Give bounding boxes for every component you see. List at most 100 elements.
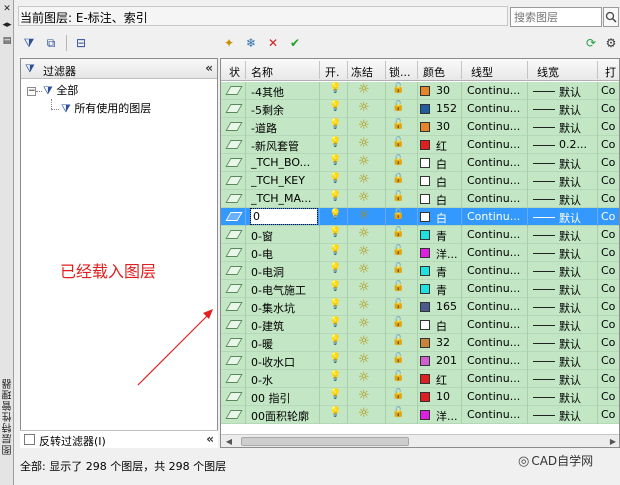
layer-row[interactable]: 0-暖 💡 ☼ 🔓 32 Continu... 默认 Co [221, 334, 619, 352]
scroll-left-icon[interactable]: ◀ [223, 436, 235, 447]
layer-name[interactable]: 0 [250, 208, 318, 225]
color-swatch[interactable] [420, 410, 430, 420]
sun-icon[interactable]: ☼ [358, 406, 370, 421]
lock-open-icon[interactable]: 🔓 [392, 281, 404, 292]
properties-icon[interactable]: ▤ [2, 36, 12, 46]
layer-linetype[interactable]: Continu... [467, 102, 525, 115]
column-header-linetype[interactable]: 线型 [471, 64, 493, 80]
layer-color-name[interactable]: 红 [436, 372, 460, 388]
lock-open-icon[interactable]: 🔓 [392, 191, 404, 202]
layer-name[interactable]: 0-建筑 [251, 318, 317, 334]
lock-open-icon[interactable]: 🔓 [392, 299, 404, 310]
lock-open-icon[interactable]: 🔓 [392, 335, 404, 346]
search-button[interactable] [603, 7, 619, 27]
layer-linetype[interactable]: Continu... [467, 120, 525, 133]
layer-lineweight[interactable]: 默认 [559, 246, 595, 262]
layer-plot-style[interactable]: Co [601, 282, 619, 295]
layer-name[interactable]: 0-收水口 [251, 354, 317, 370]
sun-icon[interactable]: ☼ [358, 298, 370, 313]
layer-status-icon[interactable] [225, 338, 243, 347]
column-separator[interactable] [461, 61, 462, 79]
layer-status-icon[interactable] [225, 356, 243, 365]
sun-icon[interactable]: ☼ [358, 136, 370, 151]
sun-icon[interactable]: ☼ [358, 370, 370, 385]
lock-open-icon[interactable]: 🔓 [392, 263, 404, 274]
sun-icon[interactable]: ☼ [358, 100, 370, 115]
layer-linetype[interactable]: Continu... [467, 210, 525, 223]
layer-status-icon[interactable] [225, 302, 243, 311]
layer-status-icon[interactable] [225, 230, 243, 239]
close-icon[interactable]: ✕ [2, 4, 12, 14]
layer-status-icon[interactable] [225, 122, 243, 131]
tree-node-all[interactable]: ⧩ 全部 [43, 83, 78, 99]
layer-name[interactable]: 00 指引 [251, 390, 317, 406]
color-swatch[interactable] [420, 320, 430, 330]
lightbulb-icon[interactable]: 💡 [329, 227, 341, 238]
layer-row[interactable]: 0-建筑 💡 ☼ 🔓 白 Continu... 默认 Co [221, 316, 619, 334]
set-current-button[interactable]: ✔ [286, 34, 304, 52]
column-header-lock[interactable]: 锁... [389, 64, 411, 80]
column-separator[interactable] [319, 61, 320, 79]
lock-open-icon[interactable]: 🔓 [392, 227, 404, 238]
invert-filter-checkbox[interactable] [24, 434, 35, 445]
lightbulb-icon[interactable]: 💡 [329, 101, 341, 112]
layer-color-name[interactable]: 青 [436, 264, 460, 280]
column-separator[interactable] [527, 61, 528, 79]
column-separator[interactable] [347, 61, 348, 79]
layer-lineweight[interactable]: 默认 [559, 84, 595, 100]
layer-color-name[interactable]: 152 [436, 102, 460, 115]
lightbulb-icon[interactable]: 💡 [329, 191, 341, 202]
layer-status-icon[interactable] [225, 266, 243, 275]
layer-linetype[interactable]: Continu... [467, 138, 525, 151]
layer-lineweight[interactable]: 默认 [559, 318, 595, 334]
sun-icon[interactable]: ☼ [358, 190, 370, 205]
color-swatch[interactable] [420, 158, 430, 168]
layer-name[interactable]: 0-水 [251, 372, 317, 388]
layer-status-icon[interactable] [225, 212, 243, 221]
layer-row[interactable]: _TCH_MA... 💡 ☼ 🔓 白 Continu... 默认 Co [221, 190, 619, 208]
layer-lineweight[interactable]: 默认 [559, 264, 595, 280]
scroll-right-icon[interactable]: ▶ [607, 436, 619, 447]
lock-open-icon[interactable]: 🔓 [392, 317, 404, 328]
sun-icon[interactable]: ☼ [358, 388, 370, 403]
layer-status-icon[interactable] [225, 374, 243, 383]
sun-icon[interactable]: ☼ [358, 82, 370, 97]
layer-status-icon[interactable] [225, 104, 243, 113]
layer-name[interactable]: -5剩余 [251, 102, 317, 118]
layer-color-name[interactable]: 30 [436, 84, 460, 97]
color-swatch[interactable] [420, 266, 430, 276]
refresh-button[interactable]: ⟳ [582, 34, 600, 52]
layer-linetype[interactable]: Continu... [467, 228, 525, 241]
lightbulb-icon[interactable]: 💡 [329, 335, 341, 346]
layer-row[interactable]: 0-水 💡 ☼ 🔓 红 Continu... 默认 Co [221, 370, 619, 388]
layer-lineweight[interactable]: 默认 [559, 390, 595, 406]
lightbulb-icon[interactable]: 💡 [329, 299, 341, 310]
column-header-on[interactable]: 开. [325, 64, 340, 80]
color-swatch[interactable] [420, 86, 430, 96]
layer-status-icon[interactable] [225, 248, 243, 257]
layer-name[interactable]: 0-集水坑 [251, 300, 317, 316]
layer-row[interactable]: 0-集水坑 💡 ☼ 🔓 165 Continu... 默认 Co [221, 298, 619, 316]
layer-plot-style[interactable]: Co [601, 84, 619, 97]
layer-plot-style[interactable]: Co [601, 390, 619, 403]
layer-linetype[interactable]: Continu... [467, 336, 525, 349]
color-swatch[interactable] [420, 104, 430, 114]
layer-row[interactable]: 0-电洞 💡 ☼ 🔓 青 Continu... 默认 Co [221, 262, 619, 280]
layer-plot-style[interactable]: Co [601, 336, 619, 349]
new-layer-button[interactable]: ✦ [220, 34, 238, 52]
layer-linetype[interactable]: Continu... [467, 192, 525, 205]
layer-name[interactable]: _TCH_MA... [251, 192, 317, 205]
layer-color-name[interactable]: 32 [436, 336, 460, 349]
lock-closed-icon[interactable]: 🔒 [392, 173, 404, 184]
layer-name[interactable]: 0-暖 [251, 336, 317, 352]
layer-color-name[interactable]: 青 [436, 228, 460, 244]
layer-linetype[interactable]: Continu... [467, 246, 525, 259]
color-swatch[interactable] [420, 212, 430, 222]
layer-status-icon[interactable] [225, 392, 243, 401]
layer-name[interactable]: -4其他 [251, 84, 317, 100]
layer-name[interactable]: _TCH_KEY [251, 174, 317, 187]
column-header-name[interactable]: 名称 [251, 64, 273, 80]
layer-color-name[interactable]: 30 [436, 120, 460, 133]
layer-lineweight[interactable]: 默认 [559, 282, 595, 298]
layer-color-name[interactable]: 10 [436, 390, 460, 403]
